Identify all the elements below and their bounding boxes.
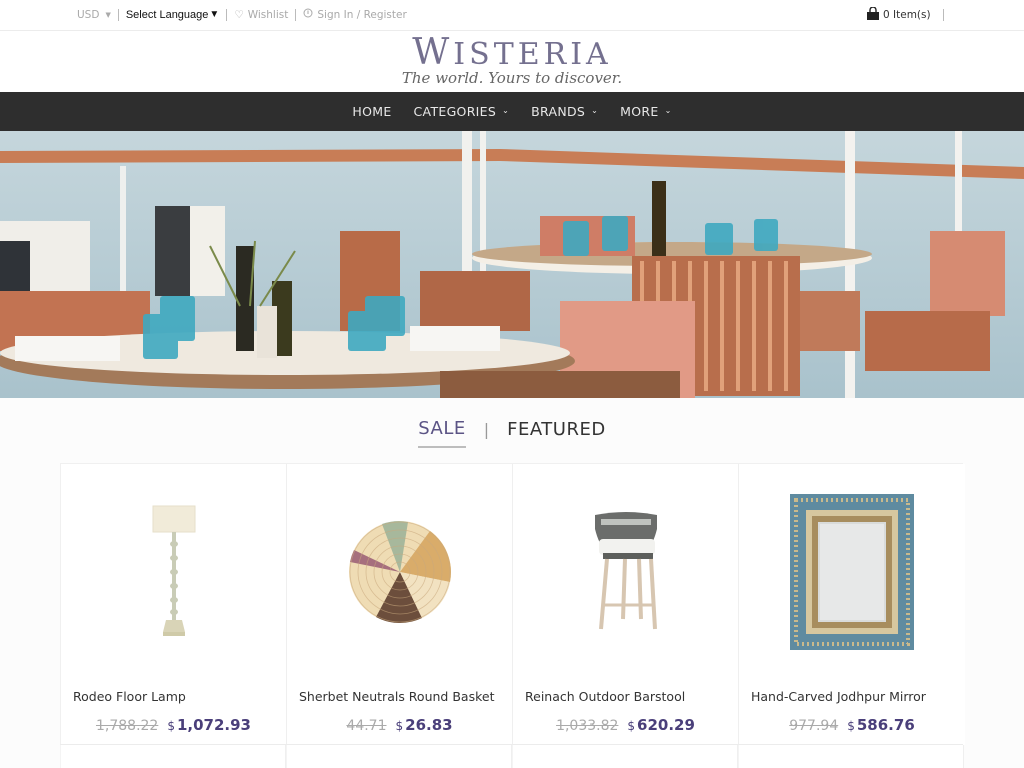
wishlist-link[interactable]: ♡ Wishlist [234, 9, 288, 21]
product-image-barstool[interactable] [513, 464, 738, 679]
hero-image [0, 131, 1024, 398]
product-card[interactable]: Rodeo Floor Lamp 1,788.22 $1,072.93 [61, 464, 287, 745]
product-name[interactable]: Rodeo Floor Lamp [73, 689, 186, 704]
product-tabs: SALE | FEATURED [0, 418, 1024, 448]
currency-selector[interactable]: USD ▼ [77, 9, 111, 21]
tab-featured[interactable]: FEATURED [507, 419, 606, 447]
product-image-round-basket[interactable] [287, 464, 512, 679]
sale-price: $620.29 [627, 716, 695, 734]
nav-item-brands[interactable]: BRANDS ⌄ [531, 104, 598, 119]
product-card[interactable] [286, 745, 512, 768]
chevron-down-icon: ⌄ [664, 106, 672, 115]
sale-price: $586.76 [847, 716, 915, 734]
chevron-down-icon: ⌄ [591, 106, 599, 115]
language-label: Select Language [125, 8, 209, 21]
product-name[interactable]: Sherbet Neutrals Round Basket [299, 689, 494, 704]
chevron-down-icon: ⌄ [502, 106, 510, 115]
dropdown-arrow-icon: ▼ [209, 9, 220, 20]
product-grid-row-2 [60, 744, 964, 768]
heart-icon: ♡ [234, 8, 244, 21]
product-prices: 1,788.22 $1,072.93 [61, 716, 286, 734]
original-price: 1,033.82 [556, 718, 619, 734]
product-card[interactable]: Sherbet Neutrals Round Basket 44.71 $26.… [287, 464, 513, 745]
divider [295, 8, 297, 21]
nav-item-more[interactable]: MORE ⌄ [620, 104, 671, 119]
main-nav: HOME CATEGORIES ⌄ BRANDS ⌄ MORE ⌄ [0, 92, 1024, 131]
product-name[interactable]: Reinach Outdoor Barstool [525, 689, 685, 704]
cart-link[interactable]: 0 Item(s) [866, 6, 951, 23]
sale-price: $26.83 [395, 716, 453, 734]
product-prices: 1,033.82 $620.29 [513, 716, 738, 734]
original-price: 977.94 [789, 718, 839, 734]
product-card[interactable] [512, 745, 738, 768]
product-card[interactable] [738, 745, 964, 768]
cart-count: 0 Item(s) [883, 9, 931, 21]
product-image-mirror[interactable] [739, 464, 965, 679]
original-price: 1,788.22 [95, 718, 159, 734]
product-grid: Rodeo Floor Lamp 1,788.22 $1,072.93 Sher… [60, 463, 965, 746]
product-prices: 977.94 $586.76 [739, 716, 965, 734]
tab-separator: | [483, 420, 490, 439]
product-image-floor-lamp[interactable] [61, 464, 286, 679]
brand-tagline: The world. Yours to discover. [401, 69, 623, 87]
signin-link[interactable]: Sign In / Register [303, 8, 407, 21]
hero-banner[interactable] [0, 131, 1024, 398]
divider [226, 8, 228, 21]
nav-item-home[interactable]: HOME [352, 104, 391, 119]
product-card[interactable] [60, 745, 286, 768]
site-logo[interactable]: WISTERIA The world. Yours to discover. [0, 31, 1024, 92]
wishlist-label: Wishlist [247, 8, 289, 21]
signin-label: Sign In / Register [317, 8, 407, 21]
chevron-down-icon: ▼ [105, 10, 111, 19]
divider [942, 9, 944, 21]
product-card[interactable]: Reinach Outdoor Barstool 1,033.82 $620.2… [513, 464, 739, 745]
currency-label: USD [77, 8, 100, 21]
original-price: 44.71 [346, 718, 387, 734]
shopping-bag-icon [866, 6, 880, 23]
power-icon [303, 8, 313, 21]
tab-sale[interactable]: SALE [418, 418, 466, 448]
product-name[interactable]: Hand-Carved Jodhpur Mirror [751, 689, 926, 704]
utility-bar: USD ▼ Select Language ▼ ♡ Wishlist Sign … [0, 0, 1024, 31]
nav-item-categories[interactable]: CATEGORIES ⌄ [414, 104, 510, 119]
language-select[interactable]: Select Language ▼ [126, 9, 219, 21]
divider [117, 8, 119, 21]
product-card[interactable]: Hand-Carved Jodhpur Mirror 977.94 $586.7… [739, 464, 965, 745]
sale-price: $1,072.93 [167, 716, 251, 734]
product-prices: 44.71 $26.83 [287, 716, 512, 734]
